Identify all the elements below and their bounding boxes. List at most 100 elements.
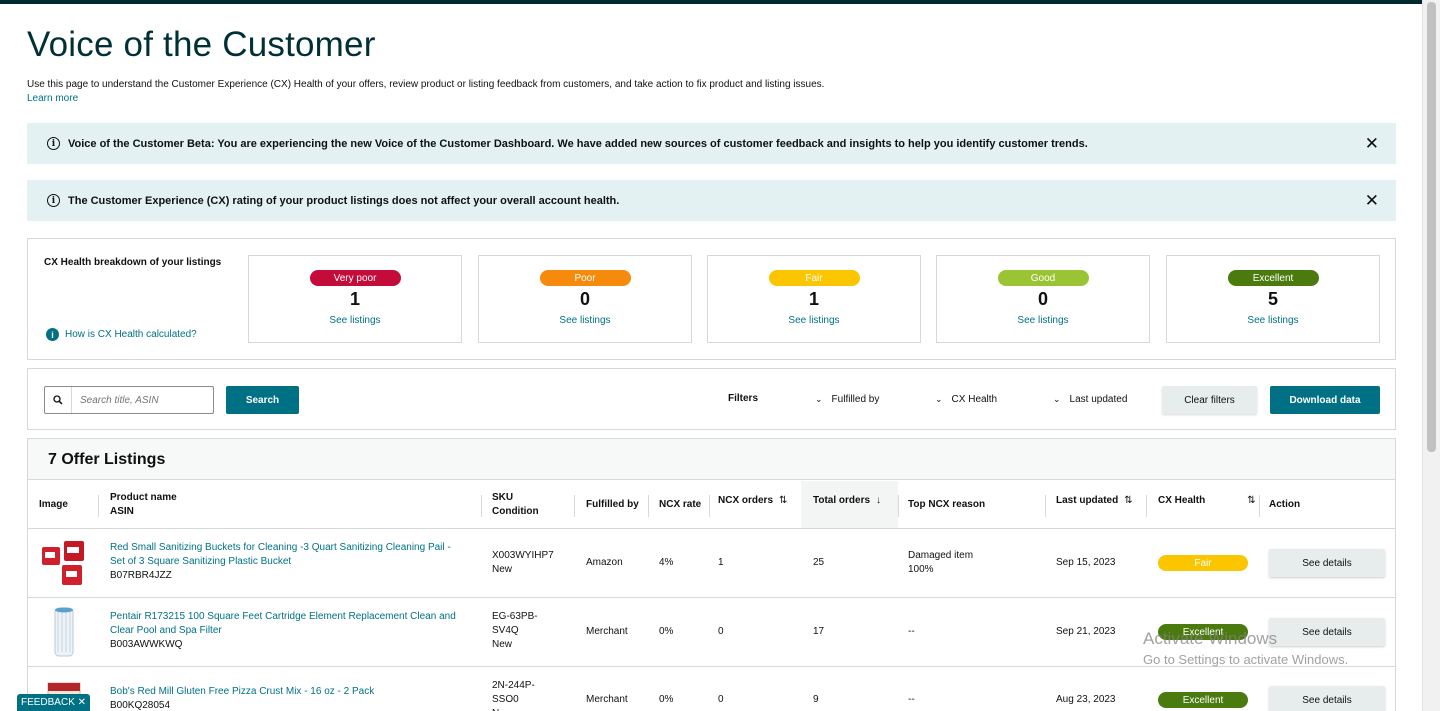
table-title-bar: 7 Offer Listings xyxy=(28,439,1395,480)
ncx-rate-value: 4% xyxy=(659,557,674,568)
sku-condition: EG-63PB- SV4Q New xyxy=(492,611,538,650)
info-icon: i xyxy=(47,137,60,150)
health-card-fair: Fair 1 See listings xyxy=(707,255,921,343)
rating-pill: Excellent xyxy=(1227,270,1319,286)
beta-banner: i Voice of the Customer Beta: You are ex… xyxy=(27,123,1396,164)
last-updated-dropdown[interactable]: ⌄ Last updated xyxy=(1053,394,1127,405)
fulfilled-by-value: Merchant xyxy=(586,626,628,637)
beta-banner-text: Voice of the Customer Beta: You are expe… xyxy=(68,137,1088,150)
total-orders-value: 9 xyxy=(813,694,819,705)
info-icon: i xyxy=(47,194,60,207)
activate-windows-watermark: Activate Windows Go to Settings to activ… xyxy=(1143,629,1349,667)
cx-health-dropdown[interactable]: ⌄ CX Health xyxy=(935,394,997,405)
scrollbar-thumb[interactable] xyxy=(1427,2,1436,452)
cx-rating-banner: i The Customer Experience (CX) rating of… xyxy=(27,180,1396,221)
close-icon[interactable]: ✕ xyxy=(1365,192,1379,209)
table-row: Bob's Red Mill Gluten Free Pizza Crust M… xyxy=(28,667,1395,711)
cx-health-breakdown: CX Health breakdown of your listings i H… xyxy=(27,238,1396,360)
col-last-updated[interactable]: Last updated ⇅ xyxy=(1056,494,1133,508)
fulfilled-by-value: Merchant xyxy=(586,694,628,705)
rating-count: 0 xyxy=(1037,289,1048,309)
cx-rating-banner-text: The Customer Experience (CX) rating of y… xyxy=(68,194,620,207)
col-action: Action xyxy=(1269,499,1301,510)
sort-icon[interactable]: ⇅ xyxy=(1124,495,1132,506)
chevron-down-icon: ⌄ xyxy=(1053,394,1061,404)
ncx-rate-value: 0% xyxy=(659,694,674,705)
product-asin: B003AWWKWQ xyxy=(110,639,183,650)
clear-filters-button[interactable]: Clear filters xyxy=(1162,386,1257,414)
chevron-down-icon: ⌄ xyxy=(815,394,823,404)
rating-count: 1 xyxy=(808,289,819,309)
sort-down-icon[interactable]: ↓ xyxy=(876,495,881,506)
page-title: Voice of the Customer xyxy=(27,25,376,64)
col-product-name: Product name ASIN xyxy=(110,492,177,517)
last-updated-value: Sep 21, 2023 xyxy=(1056,626,1116,637)
cx-health-label: CX Health breakdown of your listings xyxy=(44,257,222,268)
rating-count: 1 xyxy=(349,289,360,309)
rating-pill: Good xyxy=(997,270,1089,286)
total-orders-value: 25 xyxy=(813,557,825,568)
health-card-good: Good 0 See listings xyxy=(936,255,1150,343)
sort-icon[interactable]: ⇅ xyxy=(1247,495,1255,506)
total-orders-value: 17 xyxy=(813,626,825,637)
search-input[interactable] xyxy=(72,394,210,406)
vertical-scrollbar[interactable] xyxy=(1422,0,1440,711)
listings-count: 7 Offer Listings xyxy=(48,451,166,468)
ncx-orders-value: 0 xyxy=(718,626,724,637)
red-bucket-image xyxy=(42,541,84,585)
col-top-ncx-reason: Top NCX reason xyxy=(908,499,986,510)
learn-more-link[interactable]: Learn more xyxy=(27,93,78,104)
ncx-orders-value: 0 xyxy=(718,694,724,705)
see-listings-link[interactable]: See listings xyxy=(937,315,1149,326)
health-card-poor: Poor 0 See listings xyxy=(478,255,692,343)
how-cx-health-link[interactable]: i How is CX Health calculated? xyxy=(46,328,197,341)
fulfilled-by-dropdown[interactable]: ⌄ Fulfilled by xyxy=(815,394,879,405)
table-row: Red Small Sanitizing Buckets for Cleanin… xyxy=(28,529,1395,598)
offer-listings-table: 7 Offer Listings Image Product name ASIN… xyxy=(27,438,1396,711)
see-details-button[interactable]: See details xyxy=(1269,549,1385,577)
sort-icon[interactable]: ⇅ xyxy=(779,495,787,506)
col-cx-health[interactable]: CX Health ⇅ xyxy=(1158,494,1256,508)
how-cx-health-text: How is CX Health calculated? xyxy=(65,329,197,340)
product-title-link[interactable]: Pentair R173215 100 Square Feet Cartridg… xyxy=(110,610,456,638)
top-ncx-reason-value: -- xyxy=(908,626,915,637)
product-asin: B07RBR4JZZ xyxy=(110,570,172,581)
product-title-link[interactable]: Red Small Sanitizing Buckets for Cleanin… xyxy=(110,541,451,569)
filter-bar: Search Filters ⌄ Fulfilled by ⌄ CX Healt… xyxy=(27,368,1396,430)
see-listings-link[interactable]: See listings xyxy=(708,315,920,326)
col-total-orders[interactable]: Total orders ↓ xyxy=(813,494,881,508)
see-listings-link[interactable]: See listings xyxy=(479,315,691,326)
search-icon xyxy=(45,387,72,413)
cx-health-badge: Excellent xyxy=(1158,692,1248,708)
info-icon: i xyxy=(46,328,59,341)
last-updated-value: Sep 15, 2023 xyxy=(1056,557,1116,568)
see-details-button[interactable]: See details xyxy=(1269,686,1385,711)
close-icon[interactable]: ✕ xyxy=(1365,135,1379,152)
health-card-very-poor: Very poor 1 See listings xyxy=(248,255,462,343)
chevron-down-icon: ⌄ xyxy=(935,394,943,404)
dropdown-label: Fulfilled by xyxy=(831,394,880,405)
col-fulfilled-by: Fulfilled by xyxy=(586,499,639,510)
product-asin: B00KQ28054 xyxy=(110,700,171,711)
dropdown-label: Last updated xyxy=(1069,394,1128,405)
col-sku: SKU Condition xyxy=(492,492,539,517)
top-accent-bar xyxy=(0,0,1422,4)
download-data-button[interactable]: Download data xyxy=(1270,386,1380,414)
col-image: Image xyxy=(39,499,68,510)
rating-count: 5 xyxy=(1267,289,1278,309)
rating-pill: Poor xyxy=(539,270,631,286)
sku-condition: X003WYIHP7 New xyxy=(492,550,554,575)
filters-label: Filters xyxy=(728,393,759,404)
feedback-button[interactable]: FEEDBACK ✕ xyxy=(17,694,90,711)
product-title-link[interactable]: Bob's Red Mill Gluten Free Pizza Crust M… xyxy=(110,685,374,699)
rating-count: 0 xyxy=(579,289,590,309)
col-ncx-rate: NCX rate xyxy=(659,499,702,510)
see-listings-link[interactable]: See listings xyxy=(1167,315,1379,326)
see-listings-link[interactable]: See listings xyxy=(249,315,461,326)
search-button[interactable]: Search xyxy=(226,386,299,414)
top-ncx-reason-value: -- xyxy=(908,694,915,705)
rating-pill: Very poor xyxy=(309,270,401,286)
col-ncx-orders[interactable]: NCX orders ⇅ xyxy=(718,494,787,508)
fulfilled-by-value: Amazon xyxy=(586,557,623,568)
search-box xyxy=(44,386,214,414)
